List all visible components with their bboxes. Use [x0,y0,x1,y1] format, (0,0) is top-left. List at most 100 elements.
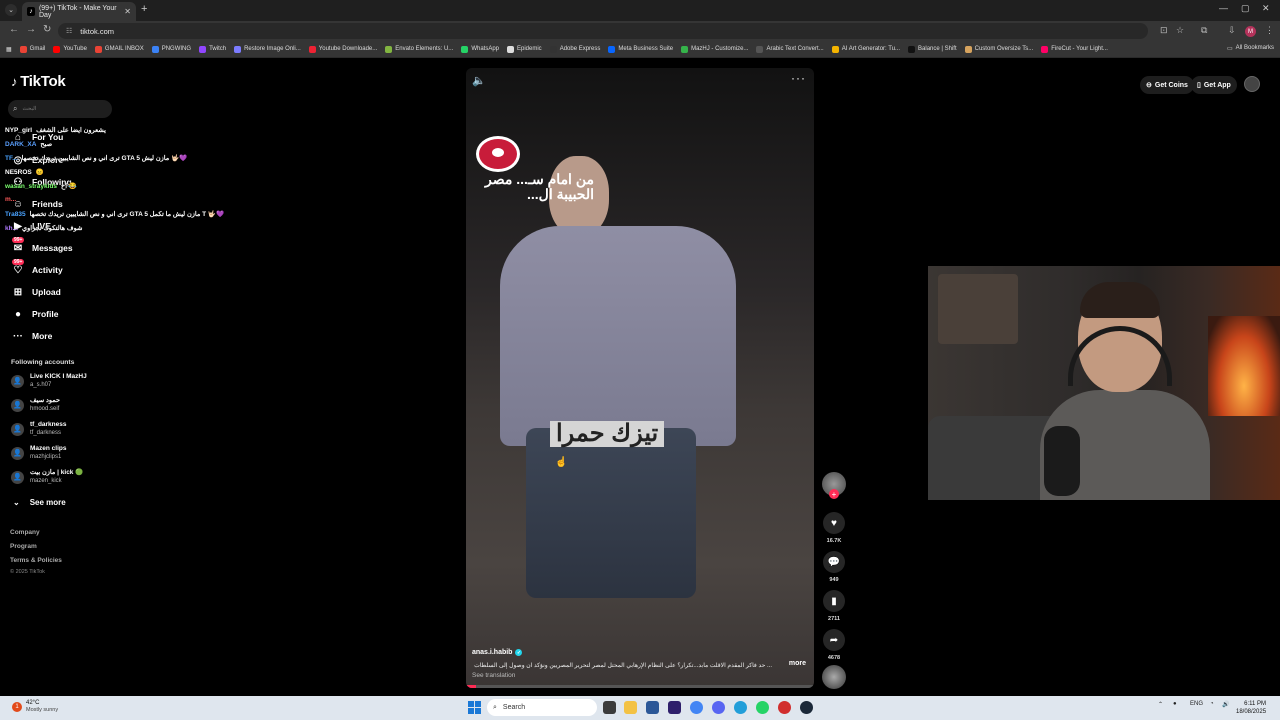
video-author[interactable]: anas.i.habib ✓ [472,649,523,656]
taskbar-search[interactable]: ⌕ Search [487,699,597,716]
chrome-icon[interactable] [690,701,703,714]
user-avatar[interactable] [1244,76,1260,92]
description-more-button[interactable]: more [789,660,806,667]
volume-tray-icon[interactable]: 🔊 [1222,701,1229,708]
wifi-icon[interactable]: ◔ [1210,701,1214,707]
bookmark-item[interactable]: Gmail [19,45,45,53]
reload-icon[interactable]: ↻ [43,24,51,35]
install-icon[interactable]: ⊡ [1160,25,1168,36]
bookmark-item[interactable]: Restore Image Onli... [234,45,301,53]
bookmark-item[interactable]: Custom Oversize Ts... [964,45,1033,53]
microphone-icon [1044,426,1080,496]
task-view-icon[interactable] [603,701,616,714]
browser-tab[interactable]: ♪ (99+) TikTok - Make Your Day ✕ [22,2,136,21]
footer-company[interactable]: Company [10,529,40,536]
comment-icon[interactable]: 💬 [823,551,845,573]
bookmark-star-icon[interactable]: ☆ [1176,25,1184,36]
following-accounts-title: Following accounts [11,359,75,366]
like-action[interactable]: ♥ 16.7K [822,512,846,544]
see-more-button[interactable]: ⌄ See more [13,498,66,507]
downloads-icon[interactable]: ⇩ [1228,25,1236,36]
back-icon[interactable]: ← [9,24,19,35]
bookmark-item[interactable]: GMAIL INBOX [94,45,144,53]
whatsapp-icon[interactable] [756,701,769,714]
premiere-icon[interactable] [668,701,681,714]
bookmark-item[interactable]: Twitch [199,45,226,53]
footer-program[interactable]: Program [10,543,37,550]
following-account[interactable]: 👤 Live KICK I MazHJ a_s.h07 [11,373,87,389]
bookmark-label: AI Art Generator: Tu... [841,46,901,52]
video-more-options-icon[interactable]: ··· [791,71,806,85]
bookmark-item[interactable]: PNGWING [151,45,191,53]
share-action[interactable]: ➦ 4678 [822,629,846,661]
bookmark-item[interactable]: Arabic Text Convert... [756,45,824,53]
following-account[interactable]: 👤 Mazen clips mazhjclips1 [11,445,66,461]
get-app-button[interactable]: ▯ Get App [1191,76,1237,94]
bookmark-item[interactable]: AI Art Generator: Tu... [831,45,901,53]
discord-icon[interactable] [712,701,725,714]
minimize-icon[interactable]: — [1219,3,1228,13]
apps-grid-icon[interactable]: ▦ [6,46,12,53]
save-action[interactable]: ▮ 2711 [822,590,846,622]
clock[interactable]: 6:11 PM 18/08/2025 [1236,700,1266,716]
bookmark-item[interactable]: Adobe Express [549,45,600,53]
account-name: Live KICK I MazHJ [30,373,87,380]
nav-item-messages[interactable]: ✉ 99+ Messages [12,237,73,254]
browser-profile-avatar[interactable]: M [1245,26,1256,37]
nav-item-activity[interactable]: ♡ 99+ Activity [12,259,63,276]
new-tab-button[interactable]: + [141,3,147,15]
bookmark-item[interactable]: YouTube [53,45,87,53]
nav-item-profile[interactable]: ● Profile [12,308,58,320]
bookmark-item[interactable]: MazHJ - Customize... [681,45,748,53]
heart-icon[interactable]: ♥ [823,512,845,534]
weather-widget[interactable]: 1 42°C Mostly sunny [12,700,58,714]
menu-dots-icon[interactable]: ⋮ [1265,25,1274,36]
get-coins-button[interactable]: ⊖ Get Coins [1140,76,1194,94]
maximize-icon[interactable]: ▢ [1241,3,1250,14]
see-translation-link[interactable]: See translation [472,672,515,679]
all-bookmarks-button[interactable]: ▭ All Bookmarks [1227,45,1274,52]
nav-item-upload[interactable]: ⊞ Upload [12,286,61,298]
forward-icon[interactable]: → [26,24,36,35]
bookmark-item[interactable]: Meta Business Suite [608,45,673,53]
share-icon[interactable]: ➦ [823,629,845,651]
tab-search-button[interactable]: ⌄ [5,4,17,16]
search-input[interactable]: ⌕ البحث [8,100,112,118]
following-account[interactable]: 👤 مازن بيت | kick 🟢 mazen_kick [11,469,83,485]
video-progress-bar[interactable] [466,685,814,688]
creator-avatar[interactable]: + [822,472,846,499]
close-tab-icon[interactable]: ✕ [124,7,131,16]
bookmark-item[interactable]: WhatsApp [461,45,499,53]
nav-item-more[interactable]: ··· More [12,330,52,342]
tiktok-logo[interactable]: ♪ TikTok [11,73,66,90]
url-field[interactable]: ☷ tiktok.com [58,23,1148,39]
following-account[interactable]: 👤 حمود سيف hmood.seif [11,397,60,413]
file-explorer-icon[interactable] [624,701,637,714]
bookmark-item[interactable]: Youtube Downloade... [308,45,377,53]
telegram-icon[interactable] [734,701,747,714]
bookmark-item[interactable]: Epidemic [507,45,542,53]
close-window-icon[interactable]: ✕ [1262,3,1270,14]
bookmark-item[interactable]: FireCut - Your Light... [1041,45,1108,53]
volume-icon[interactable]: 🔈 [472,74,486,87]
mic-tray-icon[interactable]: ● [1173,701,1177,707]
music-disc-icon[interactable] [822,665,846,689]
store-icon[interactable] [646,701,659,714]
footer-terms[interactable]: Terms & Policies [10,557,62,564]
bookmark-icon[interactable]: ▮ [823,590,845,612]
extensions-icon[interactable]: ⧉ [1201,25,1207,36]
bookmark-item[interactable]: Balance | Shift [908,45,957,53]
obs-icon[interactable] [778,701,791,714]
steam-icon[interactable] [800,701,813,714]
tray-chevron-icon[interactable]: ⌃ [1158,701,1163,708]
bookmark-item[interactable]: Envato Elements: U... [385,45,453,53]
site-info-icon[interactable]: ☷ [66,27,72,35]
comment-action[interactable]: 💬 949 [822,551,846,583]
bookmark-favicon-icon [681,45,689,53]
location-pin-icon [476,136,520,172]
language-indicator[interactable]: ENG [1190,701,1203,707]
follow-plus-icon[interactable]: + [829,489,839,499]
video-player[interactable]: من امام سـ... مصر الحبيبة ال... 🔈 ··· تي… [466,68,814,688]
start-icon[interactable] [468,701,481,714]
following-account[interactable]: 👤 tf_darkness tf_darkness [11,421,67,437]
